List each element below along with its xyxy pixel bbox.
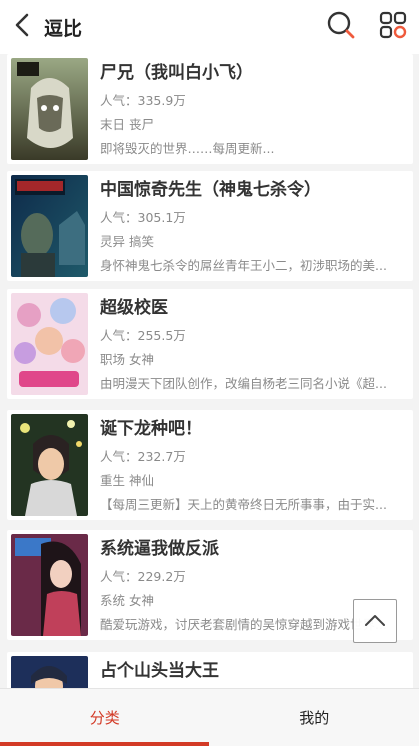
chevron-up-icon [364,612,386,631]
search-icon [326,10,356,44]
grid-menu-icon [379,11,407,43]
comic-title[interactable]: 系统逼我做反派 [100,536,406,562]
menu-button[interactable] [367,0,419,54]
comic-popularity: 人气：232.7万 [100,449,186,464]
comic-title[interactable]: 诞下龙种吧！ [100,416,406,442]
comic-tags: 职场 女神 [100,352,154,367]
comic-cover[interactable] [11,534,88,636]
comic-popularity: 人气：229.2万 [100,569,186,584]
comic-title[interactable]: 尸兄（我叫白小飞） [100,60,406,86]
comic-item[interactable]: 尸兄（我叫白小飞） 人气：335.9万 末日 丧尸 即将毁灭的世界……每周更新.… [7,54,413,164]
active-tab-indicator [0,742,209,746]
comic-description: 身怀神鬼七杀令的屌丝青年王小二，初涉职场的美... [100,258,387,273]
comic-cover[interactable] [11,414,88,516]
comic-tags: 重生 神仙 [100,473,154,488]
tab-category[interactable]: 分类 [0,689,210,746]
search-button[interactable] [315,0,367,54]
comic-title[interactable]: 超级校医 [100,295,406,321]
top-bar: 逗比 [0,0,419,54]
scroll-to-top-button[interactable] [353,599,397,643]
tab-label: 分类 [89,709,120,727]
comic-item[interactable]: 诞下龙种吧！ 人气：232.7万 重生 神仙 【每周三更新】天上的黄帝终日无所事… [7,410,413,520]
comic-popularity: 人气：305.1万 [100,210,186,225]
page-title: 逗比 [44,17,83,40]
chevron-left-icon [14,13,30,41]
comic-tags: 末日 丧尸 [100,117,154,132]
comic-item[interactable]: 超级校医 人气：255.5万 职场 女神 由明漫天下团队创作，改编自杨老三同名小… [7,289,413,399]
comic-cover[interactable] [11,58,88,160]
back-button[interactable] [0,0,44,54]
bottom-tab-bar: 分类 我的 [0,688,419,746]
comic-description: 即将毁灭的世界……每周更新... [100,141,275,156]
comic-popularity: 人气：335.9万 [100,93,186,108]
tab-mine[interactable]: 我的 [210,689,419,746]
comic-cover[interactable] [11,293,88,395]
comic-list[interactable]: 尸兄（我叫白小飞） 人气：335.9万 末日 丧尸 即将毁灭的世界……每周更新.… [0,54,419,688]
comic-cover[interactable] [11,656,88,688]
comic-cover[interactable] [11,175,88,277]
comic-title[interactable]: 中国惊奇先生（神鬼七杀令） [100,177,406,203]
comic-description: 【每周三更新】天上的黄帝终日无所事事，由于实... [100,497,387,512]
comic-item[interactable]: 占个山头当大王 [7,652,413,688]
comic-popularity: 人气：255.5万 [100,328,186,343]
comic-item[interactable]: 中国惊奇先生（神鬼七杀令） 人气：305.1万 灵异 搞笑 身怀神鬼七杀令的屌丝… [7,171,413,281]
comic-tags: 灵异 搞笑 [100,234,154,249]
comic-title[interactable]: 占个山头当大王 [100,658,406,684]
tab-label: 我的 [299,709,330,727]
comic-description: 由明漫天下团队创作，改编自杨老三同名小说《超... [100,376,387,391]
